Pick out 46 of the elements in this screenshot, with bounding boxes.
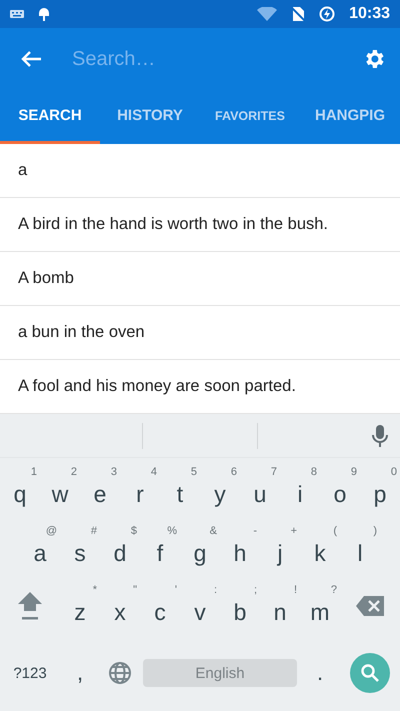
- key[interactable]: l ): [340, 517, 380, 576]
- key[interactable]: w 2: [40, 458, 80, 517]
- wifi-icon: [257, 7, 278, 21]
- tab[interactable]: SEARCH: [0, 90, 100, 144]
- key[interactable]: a @: [20, 517, 60, 576]
- result-item[interactable]: a bun in the oven: [0, 306, 400, 360]
- key[interactable]: h -: [220, 517, 260, 576]
- key[interactable]: d $: [100, 517, 140, 576]
- search-key[interactable]: [350, 653, 390, 693]
- comma-key[interactable]: ,: [60, 648, 100, 698]
- result-item[interactable]: A bird in the hand is worth two in the bush.: [0, 198, 400, 252]
- key[interactable]: k (: [300, 517, 340, 576]
- key[interactable]: m ?: [300, 576, 340, 635]
- period-key[interactable]: .: [300, 648, 340, 698]
- key[interactable]: p 0: [360, 458, 400, 517]
- status-time: 10:33: [349, 5, 390, 23]
- key[interactable]: u 7: [240, 458, 280, 517]
- key[interactable]: b ;: [220, 576, 260, 635]
- key[interactable]: j +: [260, 517, 300, 576]
- no-sim-icon: [291, 6, 306, 22]
- symbols-key[interactable]: ?123: [0, 648, 60, 698]
- key[interactable]: x ": [100, 576, 140, 635]
- microphone-icon[interactable]: [372, 424, 388, 446]
- key[interactable]: z *: [60, 576, 100, 635]
- shift-icon: [17, 590, 43, 620]
- search-icon: [360, 663, 380, 683]
- key[interactable]: t 5: [160, 458, 200, 517]
- key[interactable]: n !: [260, 576, 300, 635]
- globe-icon[interactable]: [108, 661, 132, 685]
- key[interactable]: q 1: [0, 458, 40, 517]
- key[interactable]: s #: [60, 517, 100, 576]
- search-bar[interactable]: Search…: [0, 28, 400, 90]
- result-item[interactable]: a: [0, 144, 400, 198]
- result-item[interactable]: A bomb: [0, 252, 400, 306]
- backspace-icon: [356, 596, 384, 616]
- key[interactable]: r 4: [120, 458, 160, 517]
- key[interactable]: o 9: [320, 458, 360, 517]
- key[interactable]: c ': [140, 576, 180, 635]
- key[interactable]: g &: [180, 517, 220, 576]
- key[interactable]: v :: [180, 576, 220, 635]
- back-arrow-icon[interactable]: [20, 50, 42, 68]
- key[interactable]: y 6: [200, 458, 240, 517]
- keyboard-icon: [10, 9, 24, 19]
- key[interactable]: i 8: [280, 458, 320, 517]
- key[interactable]: f %: [140, 517, 180, 576]
- key[interactable]: e 3: [80, 458, 120, 517]
